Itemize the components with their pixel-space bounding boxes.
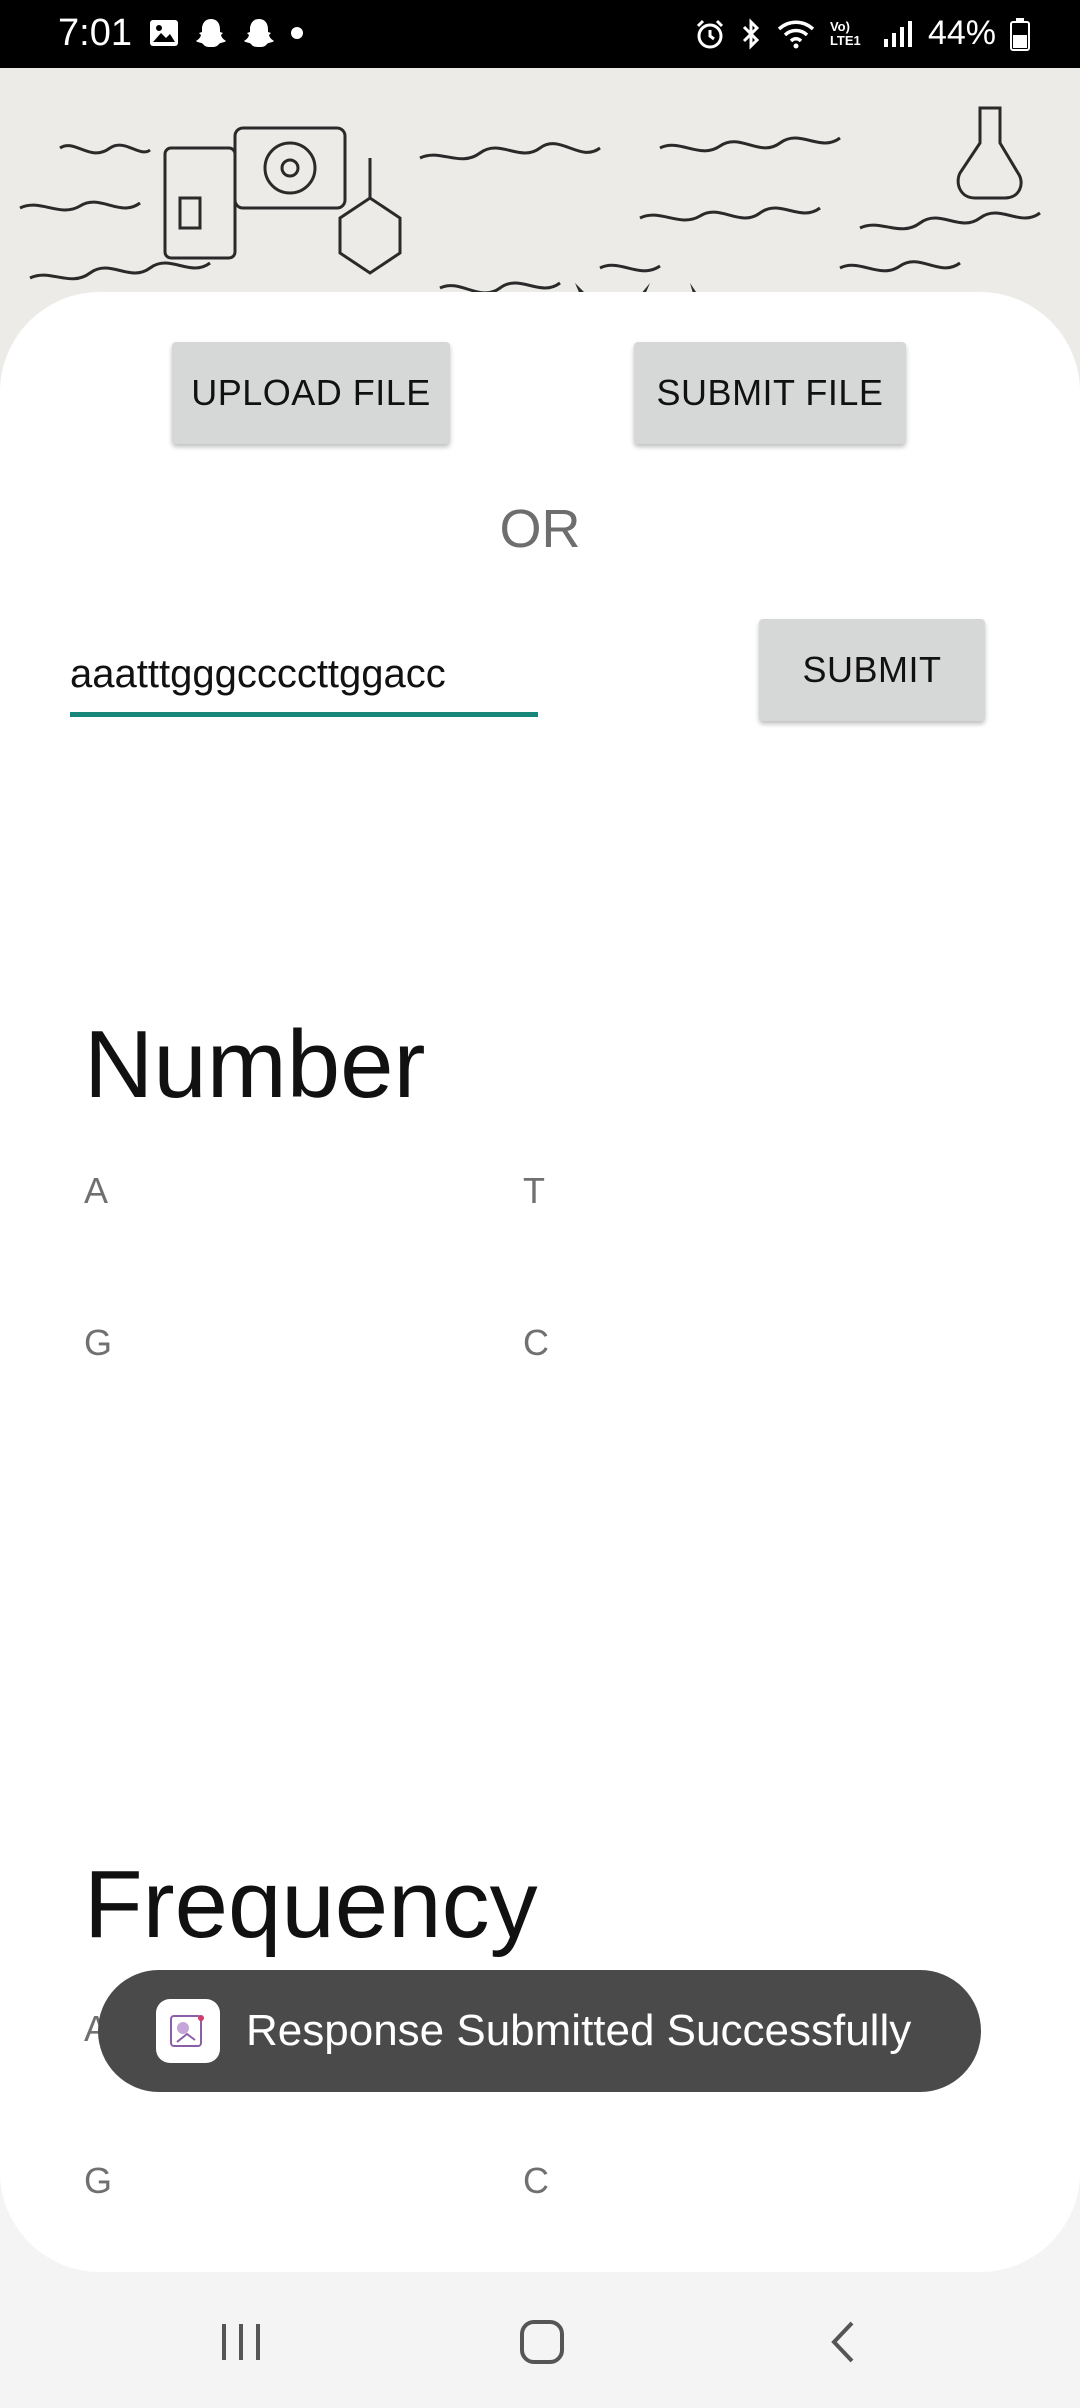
number-label-g: G [84, 1322, 113, 1363]
status-time: 7:01 [58, 12, 132, 54]
number-label-c: C [523, 1322, 549, 1363]
number-label-a: A [84, 1170, 109, 1211]
recents-button[interactable] [191, 2302, 291, 2382]
dot-icon [291, 27, 303, 39]
frequency-label-c: C [523, 2160, 549, 2201]
back-button[interactable] [794, 2302, 894, 2382]
status-bar: 7:01 Vo) LTE1 44% [0, 0, 1080, 68]
frequency-label-g: G [84, 2160, 113, 2201]
gallery-icon [150, 20, 178, 46]
battery-percent: 44% [927, 14, 996, 52]
submit-file-button[interactable]: SUBMIT FILE [634, 342, 906, 444]
or-separator: OR [499, 499, 581, 559]
toast-message: Response Submitted Successfully [98, 1970, 981, 2092]
home-button[interactable] [492, 2302, 592, 2382]
upload-file-button[interactable]: UPLOAD FILE [172, 342, 450, 444]
bluetooth-icon [742, 17, 760, 50]
notification-icons [148, 16, 304, 50]
navigation-bar [0, 2272, 1080, 2408]
submit-button[interactable]: SUBMIT [759, 619, 985, 721]
frequency-title: Frequency [84, 1851, 538, 1958]
system-status-icons: Vo) LTE1 44% [694, 14, 1030, 53]
toast-text: Response Submitted Successfully [246, 2006, 912, 2055]
back-icon [831, 2321, 854, 2363]
home-icon [520, 2320, 564, 2364]
snapchat-icon [244, 19, 274, 47]
recents-icon [222, 2324, 260, 2360]
snapchat-icon [196, 19, 226, 47]
signal-icon [883, 20, 912, 47]
app-icon [156, 1999, 220, 2063]
number-label-t: T [523, 1170, 545, 1211]
number-title: Number [84, 1011, 426, 1118]
alarm-icon [696, 19, 723, 48]
volte-icon: Vo) LTE1 [829, 18, 861, 48]
wifi-icon [777, 20, 815, 48]
battery-icon [1010, 17, 1030, 51]
sequence-input[interactable] [70, 636, 538, 717]
